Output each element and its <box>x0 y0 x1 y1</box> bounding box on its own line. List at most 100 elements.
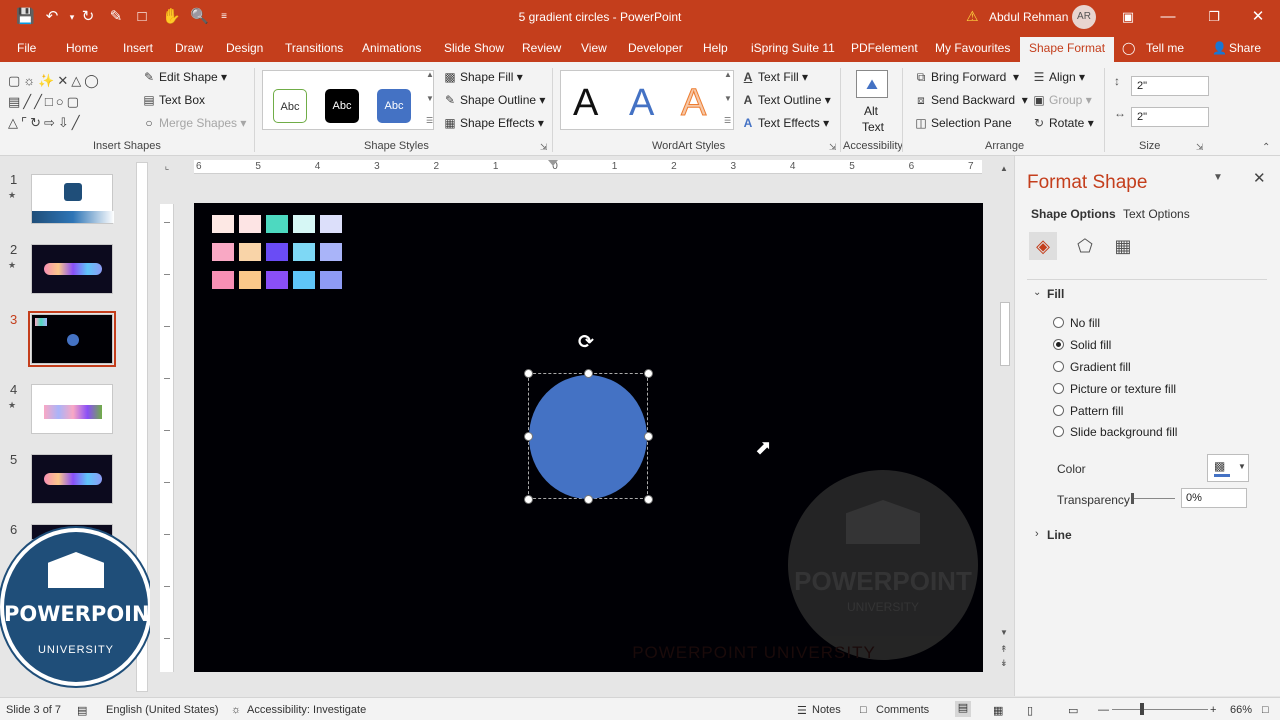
shape-row-2[interactable]: ▤╱╱□○▢ <box>8 91 132 112</box>
transparency-input[interactable]: 0% <box>1181 488 1247 508</box>
scroll-down-icon[interactable]: ▼ <box>1000 628 1008 637</box>
fill-line-icon[interactable]: ◈ <box>1029 232 1057 260</box>
group-button[interactable]: ▣ Group ▾ <box>1032 93 1091 107</box>
palette-swatch[interactable] <box>212 215 234 233</box>
customize-qat-icon[interactable]: ≡ <box>216 8 232 26</box>
gallery-scroll-down-icon[interactable]: ▼ <box>426 94 434 103</box>
user-name[interactable]: Abdul Rehman <box>989 10 1068 24</box>
align-button[interactable]: ☰ Align ▾ <box>1032 70 1085 84</box>
avatar[interactable]: AR <box>1072 5 1096 29</box>
palette-swatch[interactable] <box>239 243 261 261</box>
chevron-right-icon[interactable]: › <box>1035 528 1039 540</box>
pane-close-icon[interactable]: ✕ <box>1253 169 1266 187</box>
wordart-more-icon[interactable]: ☰ <box>724 116 731 125</box>
tab-pdfelement[interactable]: PDFelement <box>851 41 918 55</box>
palette-swatch[interactable] <box>239 215 261 233</box>
shape-fill-button[interactable]: ▩ Shape Fill ▾ <box>443 70 522 84</box>
tab-my-favourites[interactable]: My Favourites <box>935 41 1010 55</box>
indent-marker-icon[interactable] <box>548 160 558 174</box>
tab-design[interactable]: Design <box>226 41 263 55</box>
reading-view-icon[interactable]: ▯ <box>1027 704 1033 717</box>
tab-developer[interactable]: Developer <box>628 41 683 55</box>
close-icon[interactable]: ✕ <box>1250 8 1266 26</box>
editor-scrollbar[interactable]: ▲ ▼ ↟ ↡ <box>998 162 1012 674</box>
slide-thumbnail-3[interactable] <box>28 311 116 367</box>
tab-file[interactable]: File <box>17 41 36 55</box>
resize-handle[interactable] <box>524 432 533 441</box>
radio-pattern-fill[interactable]: Pattern fill <box>1053 404 1123 418</box>
radio-gradient-fill[interactable]: Gradient fill <box>1053 360 1131 374</box>
shapes-icon[interactable]: □ <box>134 8 150 26</box>
color-picker-button[interactable]: ▩ ▼ <box>1207 454 1249 482</box>
wordart-launcher-icon[interactable]: ⇲ <box>829 142 837 153</box>
zoom-level[interactable]: 66% <box>1230 704 1252 716</box>
zoom-in-icon[interactable]: + <box>1210 704 1216 716</box>
collapse-ribbon-icon[interactable]: ⌃ <box>1262 142 1270 153</box>
selection-pane-button[interactable]: ◫ Selection Pane <box>914 116 1011 130</box>
accessibility-status[interactable]: Accessibility: Investigate <box>247 704 366 716</box>
tab-shape-options[interactable]: Shape Options <box>1031 207 1116 221</box>
shape-row-3[interactable]: △⌜↻⇨⇩╱ <box>8 112 132 133</box>
wordart-scroll-up-icon[interactable]: ▲ <box>724 70 732 79</box>
palette-swatch[interactable] <box>212 271 234 289</box>
rotate-button[interactable]: ↻ Rotate ▾ <box>1032 116 1094 130</box>
next-slide-icon[interactable]: ↡ <box>1000 658 1008 669</box>
shape-row-1[interactable]: ▢☼✨✕△◯ <box>8 70 132 91</box>
wordart-orange[interactable]: A <box>680 79 706 127</box>
radio-no-fill[interactable]: No fill <box>1053 316 1100 330</box>
size-properties-icon[interactable]: ▦ <box>1109 232 1137 260</box>
text-fill-button[interactable]: A Text Fill ▾ <box>741 70 808 84</box>
resize-handle[interactable] <box>584 369 593 378</box>
language-indicator[interactable]: English (United States) <box>106 704 219 716</box>
tab-stop-selector[interactable]: ⌞ <box>160 160 174 174</box>
shape-outline-button[interactable]: ✎ Shape Outline ▾ <box>443 93 545 107</box>
resize-handle[interactable] <box>644 495 653 504</box>
slide-counter[interactable]: Slide 3 of 7 <box>6 704 61 716</box>
palette-swatch[interactable] <box>293 271 315 289</box>
chevron-down-icon[interactable]: ⌄ <box>1033 287 1041 298</box>
undo-dropdown-icon[interactable]: ▾ <box>64 8 80 26</box>
tab-review[interactable]: Review <box>522 41 561 55</box>
print-preview-icon[interactable]: 🔍 <box>190 8 209 26</box>
save-icon[interactable]: 💾 <box>16 8 35 26</box>
palette-swatch[interactable] <box>266 271 288 289</box>
notes-icon[interactable]: ☰ <box>797 704 807 717</box>
style-swatch-black[interactable]: Abc <box>325 89 359 123</box>
bring-forward-button[interactable]: ⧉ Bring Forward ▾ <box>914 70 1019 85</box>
horizontal-ruler[interactable]: 65432101234567 <box>194 160 982 174</box>
shape-styles-launcher-icon[interactable]: ⇲ <box>540 142 548 153</box>
zoom-slider-thumb[interactable] <box>1140 703 1144 715</box>
palette-swatch[interactable] <box>239 271 261 289</box>
slide-canvas[interactable]: POWERPOINT UNIVERSITY POWERPOINT UNIVERS… <box>194 203 983 672</box>
palette-swatch[interactable] <box>212 243 234 261</box>
scroll-up-icon[interactable]: ▲ <box>1000 164 1008 173</box>
palette-swatch[interactable] <box>266 215 288 233</box>
slide-thumbnail-1[interactable] <box>31 174 114 224</box>
palette-swatch[interactable] <box>320 215 342 233</box>
effects-icon[interactable]: ⬠ <box>1071 232 1099 260</box>
shape-styles-gallery[interactable]: Abc Abc Abc <box>262 70 434 130</box>
palette-swatch[interactable] <box>320 271 342 289</box>
style-swatch-outline[interactable]: Abc <box>273 89 307 123</box>
slide-thumbnail-2[interactable] <box>31 244 113 294</box>
tab-text-options[interactable]: Text Options <box>1123 207 1190 221</box>
resize-handle[interactable] <box>644 432 653 441</box>
width-input[interactable]: 2" <box>1131 107 1209 127</box>
fit-to-window-icon[interactable]: □ <box>1262 704 1269 716</box>
text-effects-button[interactable]: A Text Effects ▾ <box>741 116 830 130</box>
touch-mode-icon[interactable]: ✋ <box>162 8 181 26</box>
comments-button[interactable]: Comments <box>876 704 929 716</box>
wordart-black[interactable]: A <box>573 79 598 127</box>
transparency-slider-thumb[interactable] <box>1131 493 1134 504</box>
minimize-icon[interactable]: — <box>1160 8 1176 26</box>
resize-handle[interactable] <box>644 369 653 378</box>
text-outline-button[interactable]: A Text Outline ▾ <box>741 93 831 107</box>
gallery-scroll-up-icon[interactable]: ▲ <box>426 70 434 79</box>
tab-slide-show[interactable]: Slide Show <box>444 41 504 55</box>
gallery-more-icon[interactable]: ☰ <box>426 116 433 125</box>
line-section-header[interactable]: Line <box>1047 528 1072 542</box>
palette-swatch[interactable] <box>293 243 315 261</box>
tab-draw[interactable]: Draw <box>175 41 203 55</box>
scroll-thumb[interactable] <box>1000 302 1010 366</box>
shapes-gallery[interactable]: ▢☼✨✕△◯ ▤╱╱□○▢ △⌜↻⇨⇩╱ <box>8 70 132 134</box>
